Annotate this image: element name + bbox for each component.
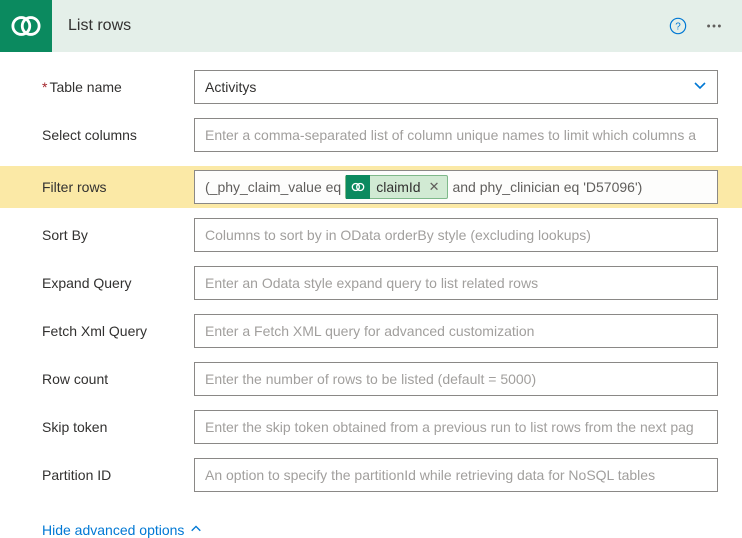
label-sort-by: Sort By: [42, 227, 194, 243]
partition-id-input[interactable]: An option to specify the partitionId whi…: [194, 458, 718, 492]
row-skip-token: Skip token Enter the skip token obtained…: [42, 410, 718, 444]
row-filter-rows: Filter rows (_phy_claim_value eq claimId…: [0, 166, 742, 208]
fetch-xml-input[interactable]: Enter a Fetch XML query for advanced cus…: [194, 314, 718, 348]
label-fetch-xml: Fetch Xml Query: [42, 323, 194, 339]
select-columns-input[interactable]: Enter a comma-separated list of column u…: [194, 118, 718, 152]
help-icon[interactable]: ?: [664, 12, 692, 40]
svg-text:?: ?: [675, 22, 681, 33]
sort-by-input[interactable]: Columns to sort by in OData orderBy styl…: [194, 218, 718, 252]
row-sort-by: Sort By Columns to sort by in OData orde…: [42, 218, 718, 252]
label-skip-token: Skip token: [42, 419, 194, 435]
expand-query-input[interactable]: Enter an Odata style expand query to lis…: [194, 266, 718, 300]
label-table-name: Table name: [42, 79, 194, 95]
footer: Hide advanced options: [0, 514, 742, 538]
action-title: List rows: [68, 17, 656, 35]
chevron-up-icon: [190, 522, 202, 538]
form-body: Table name Activitys Select columns Ente…: [0, 52, 742, 514]
dataverse-token-icon: [346, 175, 370, 199]
filter-suffix: and phy_clinician eq 'D57096'): [452, 179, 642, 195]
row-table-name: Table name Activitys: [42, 70, 718, 104]
hide-advanced-label: Hide advanced options: [42, 522, 184, 538]
table-name-select[interactable]: Activitys: [194, 70, 718, 104]
table-name-value: Activitys: [205, 79, 256, 95]
token-remove-icon[interactable]: ✕: [427, 179, 442, 195]
label-row-count: Row count: [42, 371, 194, 387]
token-label: claimId: [376, 179, 420, 195]
dynamic-token-claimid[interactable]: claimId ✕: [345, 175, 448, 199]
row-fetch-xml: Fetch Xml Query Enter a Fetch XML query …: [42, 314, 718, 348]
dataverse-icon: [0, 0, 52, 52]
hide-advanced-link[interactable]: Hide advanced options: [42, 522, 202, 538]
label-select-columns: Select columns: [42, 127, 194, 143]
row-expand-query: Expand Query Enter an Odata style expand…: [42, 266, 718, 300]
filter-prefix: (_phy_claim_value eq: [205, 179, 341, 195]
row-row-count: Row count Enter the number of rows to be…: [42, 362, 718, 396]
label-partition-id: Partition ID: [42, 467, 194, 483]
label-expand-query: Expand Query: [42, 275, 194, 291]
filter-rows-input[interactable]: (_phy_claim_value eq claimId ✕ and phy_c…: [194, 170, 718, 204]
label-filter-rows: Filter rows: [42, 179, 194, 195]
more-icon[interactable]: [700, 12, 728, 40]
skip-token-input[interactable]: Enter the skip token obtained from a pre…: [194, 410, 718, 444]
action-header: List rows ?: [0, 0, 742, 52]
chevron-down-icon: [693, 79, 707, 96]
row-select-columns: Select columns Enter a comma-separated l…: [42, 118, 718, 152]
row-partition-id: Partition ID An option to specify the pa…: [42, 458, 718, 492]
row-count-input[interactable]: Enter the number of rows to be listed (d…: [194, 362, 718, 396]
